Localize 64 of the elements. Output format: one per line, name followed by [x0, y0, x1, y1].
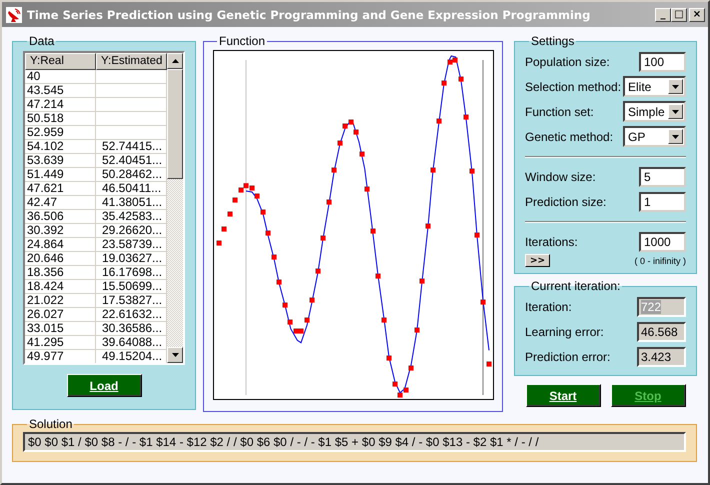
field-label: Window size: [525, 170, 596, 184]
scroll-thumb[interactable] [167, 69, 183, 179]
readonly-field: 3.423 [637, 346, 686, 366]
table-cell: 53.639 [25, 154, 96, 168]
field-label: Learning error: [525, 324, 604, 338]
table-cell: 43.545 [25, 84, 96, 98]
table-cell: 33.015 [25, 322, 96, 336]
table-cell: 26.027 [25, 308, 96, 322]
field-label: Prediction error: [525, 350, 610, 364]
table-cell: 49.977 [25, 350, 96, 363]
arrow-down-icon [172, 353, 178, 357]
minimize-button[interactable]: _ [655, 8, 671, 22]
table-cell: 36.506 [25, 210, 96, 224]
group-title: Current iteration: [530, 280, 622, 292]
load-button[interactable]: Load [66, 374, 142, 397]
group-title: Settings [530, 35, 576, 47]
maximize-button[interactable]: □ [671, 8, 687, 22]
field-label: Prediction size: [525, 194, 606, 208]
table-cell: 47.214 [25, 98, 96, 112]
text-field[interactable]: 5 [639, 166, 686, 186]
group-title: Data [28, 35, 56, 47]
table-cell: 21.022 [25, 294, 96, 308]
field-label: Selection method: [525, 80, 622, 94]
close-button[interactable]: × [689, 8, 705, 22]
table-cell: 47.621 [25, 182, 96, 196]
solution-field: $0 $0 $1 / $0 $8 - / - $1 $14 - $12 $2 / / $0 $6 $0 / - / - $1 $5 + $0 $9 $4 / - $0 $13 - $2 $1 * / - / / [23, 432, 686, 452]
dropdown[interactable]: GP [623, 126, 686, 147]
table-cell: 30.392 [25, 224, 96, 238]
table-cell: 40 [25, 70, 96, 84]
expand-button[interactable]: >> [525, 254, 550, 267]
table-cell: 24.864 [25, 238, 96, 252]
field-label: Function set: [525, 104, 594, 118]
table-cell: 50.518 [25, 112, 96, 126]
column-header[interactable]: Y:Estimated [96, 53, 167, 70]
text-field[interactable]: 100 [639, 52, 686, 72]
field-label: Genetic method: [525, 130, 614, 144]
table-cell: 41.295 [25, 336, 96, 350]
scroll-up-button[interactable] [167, 53, 183, 69]
readonly-field: 722 [637, 296, 686, 316]
field-label: Iteration: [525, 300, 572, 314]
table-cell: 18.424 [25, 280, 96, 294]
scroll-down-button[interactable] [167, 347, 183, 363]
dropdown[interactable]: Elite [623, 76, 686, 97]
column-header[interactable]: Y:Real [25, 53, 96, 70]
table-cell: 52.959 [25, 126, 96, 140]
table-cell: 20.646 [25, 252, 96, 266]
arrow-up-icon [172, 59, 178, 63]
group-title: Solution [28, 418, 74, 430]
dropdown[interactable]: Simple [623, 101, 686, 122]
range-hint: ( 0 - inifinity ) [634, 256, 686, 266]
table-cell: 54.102 [25, 140, 96, 154]
satellite-dish-icon [6, 6, 22, 22]
field-label: Iterations: [525, 234, 578, 248]
start-button[interactable]: Start [526, 384, 600, 407]
table-cell: 42.47 [25, 196, 96, 210]
table-cell: 51.449 [25, 168, 96, 182]
text-field[interactable]: 1 [639, 192, 686, 212]
group-title: Function [218, 35, 266, 47]
text-field[interactable]: 1000 [639, 232, 686, 252]
readonly-field: 46.568 [637, 322, 686, 342]
table-cell: 18.356 [25, 266, 96, 280]
scrollbar[interactable] [167, 53, 183, 363]
field-label: Population size: [525, 54, 610, 68]
window-title: Time Series Prediction using Genetic Programming and Gene Expression Programming [27, 8, 592, 22]
